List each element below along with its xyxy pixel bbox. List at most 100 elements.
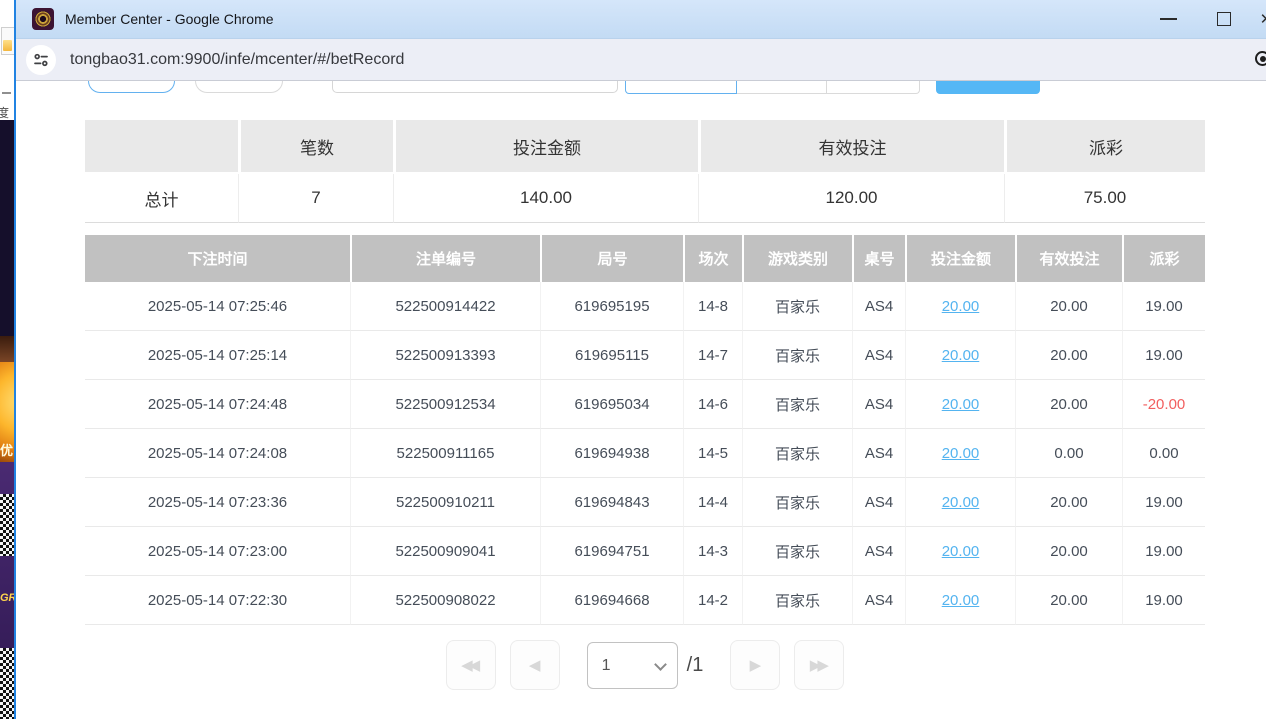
cell-session: 14-7 xyxy=(683,331,742,380)
minimize-button[interactable] xyxy=(1140,0,1196,38)
cell-table-no: AS4 xyxy=(852,527,905,576)
qr-code xyxy=(0,494,14,556)
summary-header-bet-amount: 投注金额 xyxy=(393,120,698,174)
cell-table-no: AS4 xyxy=(852,429,905,478)
background-gr-text: GR xyxy=(0,592,14,604)
bet-amount-link[interactable]: 20.00 xyxy=(905,527,1015,576)
cell-round-no: 619694843 xyxy=(540,478,683,527)
cell-payout: 19.00 xyxy=(1122,527,1205,576)
col-round-no: 局号 xyxy=(540,235,683,282)
cell-payout: 0.00 xyxy=(1122,429,1205,478)
bet-amount-link[interactable]: 20.00 xyxy=(905,282,1015,331)
title-bar: Member Center - Google Chrome ✕ xyxy=(16,0,1266,39)
cell-game-type: 百家乐 xyxy=(742,478,852,527)
address-bar: tongbao31.com:9900/infe/mcenter/#/betRec… xyxy=(16,39,1266,81)
cell-order-no: 522500909041 xyxy=(350,527,540,576)
first-page-button[interactable]: ◀◀ xyxy=(446,640,496,690)
qr-code xyxy=(0,648,14,719)
table-row: 2025-05-14 07:25:46 522500914422 6196951… xyxy=(85,282,1205,331)
summary-header-payout: 派彩 xyxy=(1004,120,1205,174)
next-page-button[interactable]: ▶ xyxy=(730,640,780,690)
folder-icon xyxy=(1,27,14,55)
background-window-strip: 度 优 GR xyxy=(0,0,14,719)
cell-session: 14-3 xyxy=(683,527,742,576)
background-text: 度 xyxy=(0,104,9,121)
cell-bet-time: 2025-05-14 07:25:14 xyxy=(85,331,350,380)
summary-bet-amount-value: 140.00 xyxy=(393,174,698,223)
cell-order-no: 522500912534 xyxy=(350,380,540,429)
col-bet-time: 下注时间 xyxy=(85,235,350,282)
bet-amount-link[interactable]: 20.00 xyxy=(905,380,1015,429)
cell-valid-bet: 20.00 xyxy=(1015,331,1122,380)
summary-total-label: 总计 xyxy=(85,174,238,223)
maximize-button[interactable] xyxy=(1196,0,1252,38)
cell-bet-time: 2025-05-14 07:22:30 xyxy=(85,576,350,625)
cell-game-type: 百家乐 xyxy=(742,429,852,478)
cell-round-no: 619695195 xyxy=(540,282,683,331)
last-page-button[interactable]: ▶▶ xyxy=(794,640,844,690)
cell-session: 14-6 xyxy=(683,380,742,429)
col-game-type: 游戏类别 xyxy=(742,235,852,282)
table-row: 2025-05-14 07:22:30 522500908022 6196946… xyxy=(85,576,1205,625)
summary-total-row: 总计 7 140.00 120.00 75.00 xyxy=(85,174,1205,223)
bet-amount-link[interactable]: 20.00 xyxy=(905,331,1015,380)
cell-session: 14-2 xyxy=(683,576,742,625)
bet-amount-link[interactable]: 20.00 xyxy=(905,576,1015,625)
col-session: 场次 xyxy=(683,235,742,282)
prev-page-button[interactable]: ◀ xyxy=(510,640,560,690)
toolbar-input[interactable] xyxy=(332,81,618,93)
record-icon[interactable] xyxy=(1255,51,1266,66)
double-arrow-left-icon: ◀◀ xyxy=(461,656,480,674)
toolbar-button-1[interactable] xyxy=(88,81,175,93)
cell-session: 14-4 xyxy=(683,478,742,527)
cell-valid-bet: 20.00 xyxy=(1015,282,1122,331)
bet-amount-link[interactable]: 20.00 xyxy=(905,478,1015,527)
minimize-icon xyxy=(1160,18,1177,20)
col-bet-amount: 投注金额 xyxy=(905,235,1015,282)
cell-bet-time: 2025-05-14 07:25:46 xyxy=(85,282,350,331)
cell-bet-time: 2025-05-14 07:24:08 xyxy=(85,429,350,478)
close-button[interactable]: ✕ xyxy=(1252,0,1266,38)
summary-valid-bet-value: 120.00 xyxy=(698,174,1004,223)
cell-valid-bet: 20.00 xyxy=(1015,380,1122,429)
page-select[interactable]: 1 xyxy=(587,642,678,689)
background-banner xyxy=(0,120,14,336)
cell-table-no: AS4 xyxy=(852,282,905,331)
cell-game-type: 百家乐 xyxy=(742,331,852,380)
site-favicon-icon xyxy=(32,8,54,30)
cell-order-no: 522500913393 xyxy=(350,331,540,380)
cell-table-no: AS4 xyxy=(852,380,905,429)
cell-order-no: 522500910211 xyxy=(350,478,540,527)
summary-payout-value: 75.00 xyxy=(1004,174,1205,223)
cell-order-no: 522500908022 xyxy=(350,576,540,625)
chrome-window: Member Center - Google Chrome ✕ tongbao3… xyxy=(14,0,1266,719)
cell-session: 14-5 xyxy=(683,429,742,478)
site-settings-icon[interactable] xyxy=(26,45,56,75)
url-text[interactable]: tongbao31.com:9900/infe/mcenter/#/betRec… xyxy=(70,51,404,69)
cell-payout: 19.00 xyxy=(1122,282,1205,331)
cell-game-type: 百家乐 xyxy=(742,380,852,429)
bet-amount-link[interactable]: 20.00 xyxy=(905,429,1015,478)
cell-table-no: AS4 xyxy=(852,478,905,527)
cell-game-type: 百家乐 xyxy=(742,576,852,625)
cell-valid-bet: 0.00 xyxy=(1015,429,1122,478)
pagination: ◀◀ ◀ 1 /1 ▶ ▶▶ xyxy=(85,640,1205,690)
toolbar-tab-2[interactable] xyxy=(737,81,827,94)
background-image xyxy=(0,336,14,362)
table-row: 2025-05-14 07:24:48 522500912534 6196950… xyxy=(85,380,1205,429)
toolbar-search-button[interactable] xyxy=(936,81,1040,94)
window-title: Member Center - Google Chrome xyxy=(65,11,274,27)
col-valid-bet: 有效投注 xyxy=(1015,235,1122,282)
cell-valid-bet: 20.00 xyxy=(1015,478,1122,527)
cell-valid-bet: 20.00 xyxy=(1015,576,1122,625)
page-select-wrap: 1 xyxy=(587,642,678,689)
toolbar-tab-group xyxy=(625,81,920,94)
close-icon: ✕ xyxy=(1260,10,1266,28)
cell-order-no: 522500911165 xyxy=(350,429,540,478)
page-content: 笔数 投注金额 有效投注 派彩 总计 7 140.00 120.00 75.00… xyxy=(16,81,1266,719)
toolbar-button-2[interactable] xyxy=(195,81,283,93)
col-order-no: 注单编号 xyxy=(350,235,540,282)
toolbar-tab-3[interactable] xyxy=(827,81,920,94)
background-minimize-icon xyxy=(2,92,11,94)
toolbar-tab-1[interactable] xyxy=(625,81,737,94)
